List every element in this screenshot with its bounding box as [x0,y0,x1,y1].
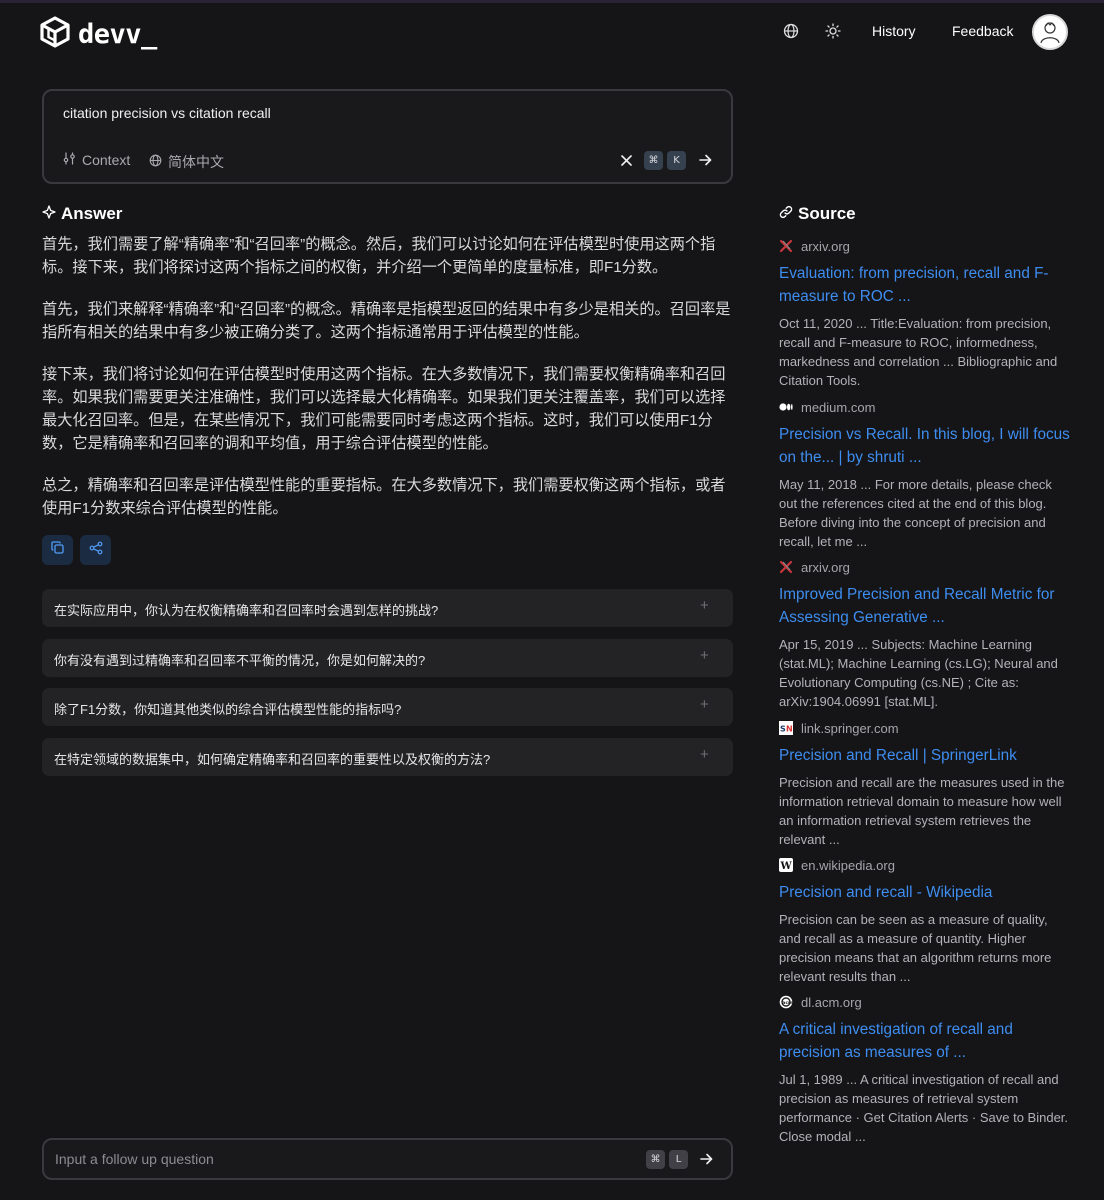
source-domain: arxiv.org [801,559,850,575]
source-link[interactable]: Precision and Recall | SpringerLink [779,744,1071,767]
source-snippet: Jul 1, 1989 ... A critical investigation… [779,1072,1069,1144]
suggestion-item[interactable]: 你有没有遇到过精确率和召回率不平衡的情况，你是如何解决的? + [42,639,733,677]
source-card: arxiv.org Improved Precision and Recall … [779,557,1071,718]
answer-title: Answer [61,204,123,223]
svg-text:W: W [780,861,793,872]
source-list: arxiv.org Evaluation: from precision, re… [779,236,1071,1146]
plus-icon: + [700,647,709,664]
source-link[interactable]: Improved Precision and Recall Metric for… [779,583,1071,629]
source-card: W en.wikipedia.org Precision and recall … [779,855,1071,992]
medium-icon [779,400,793,414]
arxiv-icon [779,560,793,574]
source-card: arxiv.org Evaluation: from precision, re… [779,236,1071,397]
arxiv-icon [779,239,793,253]
plus-icon: + [700,597,709,614]
sliders-icon [63,152,76,168]
source-domain: en.wikipedia.org [801,857,895,873]
source-link[interactable]: A critical investigation of recall and p… [779,1018,1071,1064]
wikipedia-icon: W [779,858,793,872]
followup-submit-arrow-icon[interactable] [697,1150,715,1168]
answer-sparkle-icon [42,204,56,224]
answer-paragraph: 首先，我们需要了解“精确率”和“召回率”的概念。然后，我们可以讨论如何在评估模型… [42,236,716,276]
globe-icon [149,154,162,170]
language-label: 简体中文 [168,154,224,170]
answer-paragraph: 首先，我们来解释“精确率”和“召回率”的概念。精确率是指模型返回的结果中有多少是… [42,301,731,341]
feedback-link[interactable]: Feedback [952,23,1013,39]
shortcut-k-key: K [667,151,686,170]
suggestion-item[interactable]: 在实际应用中，你认为在权衡精确率和召回率时会遇到怎样的挑战? + [42,589,733,627]
shortcut-cmd-key: ⌘ [646,1150,665,1169]
suggestion-item[interactable]: 在特定领域的数据集中，如何确定精确率和召回率的重要性以及权衡的方法? + [42,738,733,776]
source-title: Source [798,204,856,223]
submit-arrow-icon[interactable] [696,151,714,169]
source-domain: medium.com [801,399,876,415]
language-button[interactable]: 简体中文 [149,152,224,172]
source-domain: dl.acm.org [801,994,862,1010]
source-card: medium.com Precision vs Recall. In this … [779,397,1071,557]
search-query-text[interactable]: citation precision vs citation recall [63,105,271,121]
source-snippet: May 11, 2018 ... For more details, pleas… [779,477,1052,549]
suggestion-label: 在特定领域的数据集中，如何确定精确率和召回率的重要性以及权衡的方法? [54,752,491,767]
suggestion-label: 除了F1分数，你知道其他类似的综合评估模型性能的指标吗? [54,702,402,717]
link-icon [779,204,793,224]
plus-icon: + [700,746,709,763]
source-card: acm dl.acm.org A critical investigation … [779,992,1071,1146]
shortcut-l-key: L [669,1150,688,1169]
suggestion-label: 在实际应用中，你认为在权衡精确率和召回率时会遇到怎样的挑战? [54,603,439,618]
history-link[interactable]: History [872,23,916,39]
answer-body: 首先，我们需要了解“精确率”和“召回率”的概念。然后，我们可以讨论如何在评估模型… [42,233,736,539]
source-heading: Source [779,204,856,224]
top-nav: devv_ History Feedback [0,0,1104,64]
copy-icon [51,541,64,559]
share-button[interactable] [80,535,111,565]
shortcut-cmd-key: ⌘ [644,151,663,170]
acm-icon: acm [779,995,793,1009]
brand-logo[interactable]: devv_ [40,16,157,53]
answer-paragraph: 接下来，我们将讨论如何在评估模型时使用这两个指标。在大多数情况下，我们需要权衡精… [42,366,726,452]
svg-text:N: N [786,725,793,734]
source-snippet: Precision and recall are the measures us… [779,775,1065,847]
source-link[interactable]: Precision vs Recall. In this blog, I wil… [779,423,1071,469]
context-label: Context [82,152,131,168]
source-domain: arxiv.org [801,238,850,254]
source-snippet: Apr 15, 2019 ... Subjects: Machine Learn… [779,637,1058,709]
answer-paragraph: 总之，精确率和召回率是评估模型性能的重要指标。在大多数情况下，我们需要权衡这两个… [42,477,726,517]
search-query-box[interactable]: citation precision vs citation recall Co… [42,89,733,184]
suggestion-item[interactable]: 除了F1分数，你知道其他类似的综合评估模型性能的指标吗? + [42,688,733,726]
suggestion-label: 你有没有遇到过精确率和召回率不平衡的情况，你是如何解决的? [54,653,426,668]
followup-box: ⌘ L [42,1138,733,1180]
brand-name: devv_ [78,19,157,50]
source-snippet: Oct 11, 2020 ... Title:Evaluation: from … [779,316,1058,388]
clear-close-icon[interactable] [618,151,634,169]
source-card: SN link.springer.com Precision and Recal… [779,718,1071,855]
context-button[interactable]: Context [63,152,130,168]
followup-input[interactable] [55,1149,615,1169]
springer-icon: SN [779,721,793,735]
source-link[interactable]: Evaluation: from precision, recall and F… [779,262,1071,308]
source-domain: link.springer.com [801,720,899,736]
svg-text:acm: acm [782,1001,793,1006]
source-snippet: Precision can be seen as a measure of qu… [779,912,1052,984]
source-link[interactable]: Precision and recall - Wikipedia [779,881,1071,904]
sun-theme-icon[interactable] [824,22,842,40]
user-avatar[interactable] [1032,14,1068,50]
answer-heading: Answer [42,204,122,224]
plus-icon: + [700,696,709,713]
copy-button[interactable] [42,535,73,565]
share-icon [89,541,103,560]
globe-icon[interactable] [782,22,800,40]
cube-logo-icon [40,16,70,53]
